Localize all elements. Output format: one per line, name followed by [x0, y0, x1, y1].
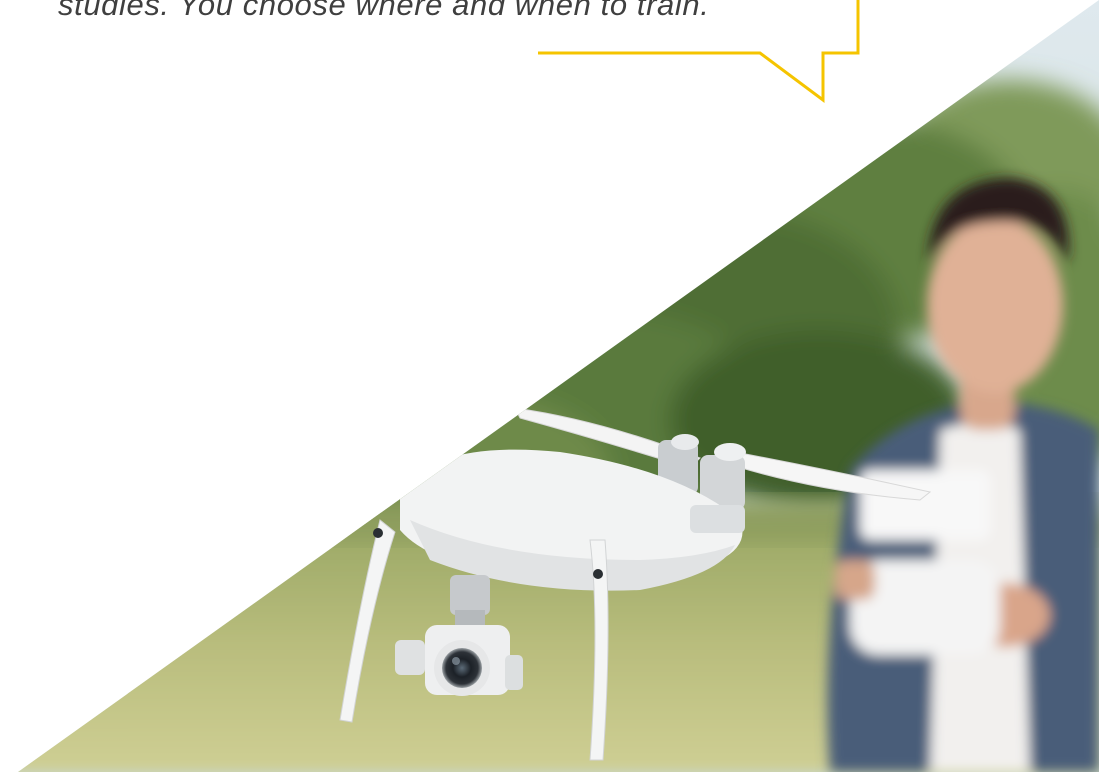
- hero-photo: [18, 0, 1099, 772]
- page: studies. You choose where and when to tr…: [0, 0, 1099, 772]
- quote-text: studies. You choose where and when to tr…: [58, 0, 710, 22]
